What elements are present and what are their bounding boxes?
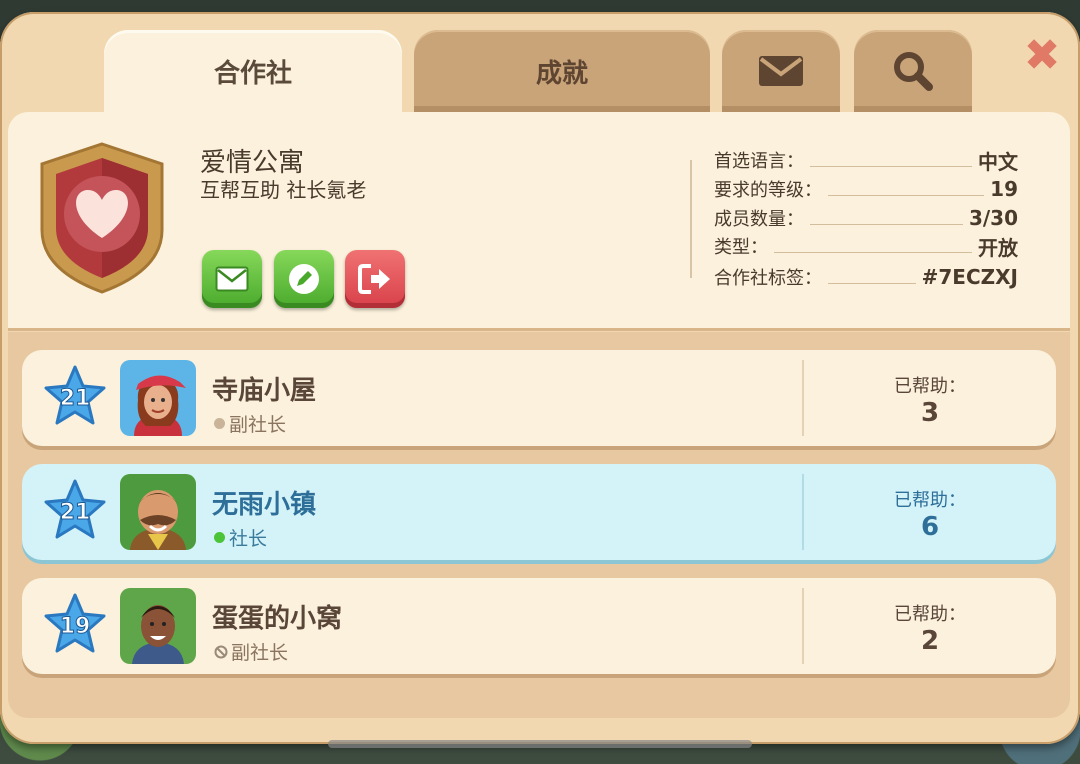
avatar — [120, 360, 196, 436]
status-online-icon — [214, 532, 225, 543]
close-icon[interactable]: ✖ — [1022, 34, 1062, 78]
role-label: 社长 — [229, 528, 268, 550]
level-star-icon: 21 — [44, 479, 106, 539]
member-row[interactable]: 21 寺庙小屋 副社长 已帮助： 3 — [22, 350, 1056, 446]
status-offline-icon — [214, 418, 225, 429]
tab-mail[interactable] — [722, 30, 840, 112]
level-star-icon: 21 — [44, 365, 106, 425]
helped-count: 6 — [920, 512, 940, 542]
info-divider — [690, 160, 692, 278]
stat-label: 要求的等级： — [714, 180, 822, 201]
tab-search[interactable] — [854, 30, 972, 112]
tab-coop[interactable]: 合作社 — [104, 30, 402, 112]
envelope-icon — [759, 56, 803, 86]
member-name: 寺庙小屋 — [212, 376, 317, 406]
stat-value: #7ECZXJ — [921, 265, 1018, 289]
role-label: 副社长 — [231, 642, 289, 664]
stat-language: 首选语言： 中文 — [714, 147, 1018, 174]
stat-value: 开放 — [978, 235, 1018, 260]
stat-member-count: 成员数量： 3/30 — [714, 205, 1018, 231]
avatar — [120, 588, 196, 664]
member-level: 21 — [60, 500, 91, 525]
envelope-icon — [215, 266, 249, 292]
tab-achievements[interactable]: 成就 — [414, 30, 710, 112]
role-label: 副社长 — [229, 414, 287, 436]
stat-label: 成员数量： — [714, 209, 804, 230]
helped-count: 3 — [920, 398, 940, 428]
stat-label: 合作社标签： — [714, 268, 822, 289]
stat-type: 类型： 开放 — [714, 233, 1018, 260]
member-role: 副社长 — [214, 638, 288, 665]
helped-label: 已帮助： — [894, 490, 966, 511]
stat-club-tag: 合作社标签： #7ECZXJ — [714, 264, 1018, 290]
avatar — [120, 474, 196, 550]
exit-icon — [358, 264, 390, 294]
pencil-icon — [289, 264, 319, 294]
member-role: 社长 — [214, 524, 267, 551]
home-indicator — [328, 740, 752, 748]
edit-button[interactable] — [274, 250, 334, 308]
stat-required-level: 要求的等级： 19 — [714, 176, 1018, 202]
member-row[interactable]: 21 无雨小镇 社长 已帮助： 6 — [22, 464, 1056, 560]
stat-label: 类型： — [714, 237, 768, 258]
stat-value: 19 — [990, 177, 1018, 201]
stat-label: 首选语言： — [714, 151, 804, 172]
helped-label: 已帮助： — [894, 376, 966, 397]
magnifier-icon — [894, 52, 933, 91]
member-level: 19 — [60, 614, 91, 639]
level-star-icon: 19 — [44, 593, 106, 653]
heart-shield-icon — [40, 142, 164, 294]
member-level: 21 — [60, 386, 91, 411]
stat-value: 3/30 — [968, 206, 1018, 230]
club-description: 互帮互助 社长氪老 — [200, 178, 367, 202]
member-role: 副社长 — [214, 410, 286, 437]
member-name: 蛋蛋的小窝 — [212, 604, 343, 634]
helped-label: 已帮助： — [894, 604, 966, 625]
stat-value: 中文 — [978, 149, 1018, 174]
member-row[interactable]: 19 蛋蛋的小窝 副社长 已帮助： 2 — [22, 578, 1056, 674]
member-name: 无雨小镇 — [212, 490, 317, 520]
helped-count: 2 — [920, 626, 940, 656]
leave-button[interactable] — [345, 250, 405, 308]
status-blocked-icon — [214, 645, 228, 658]
message-button[interactable] — [202, 250, 262, 308]
